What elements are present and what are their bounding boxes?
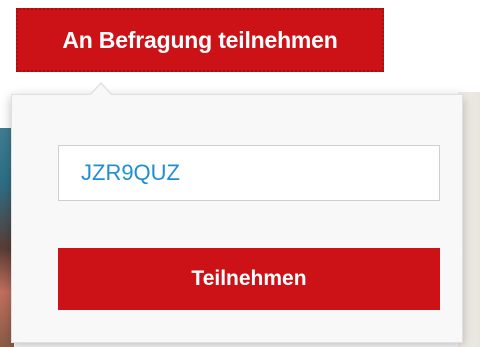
survey-code-input[interactable] (58, 145, 440, 201)
join-submit-button[interactable]: Teilnehmen (58, 248, 440, 310)
join-survey-button[interactable]: An Befragung teilnehmen (16, 8, 384, 72)
popover-arrow-inner (90, 84, 112, 96)
